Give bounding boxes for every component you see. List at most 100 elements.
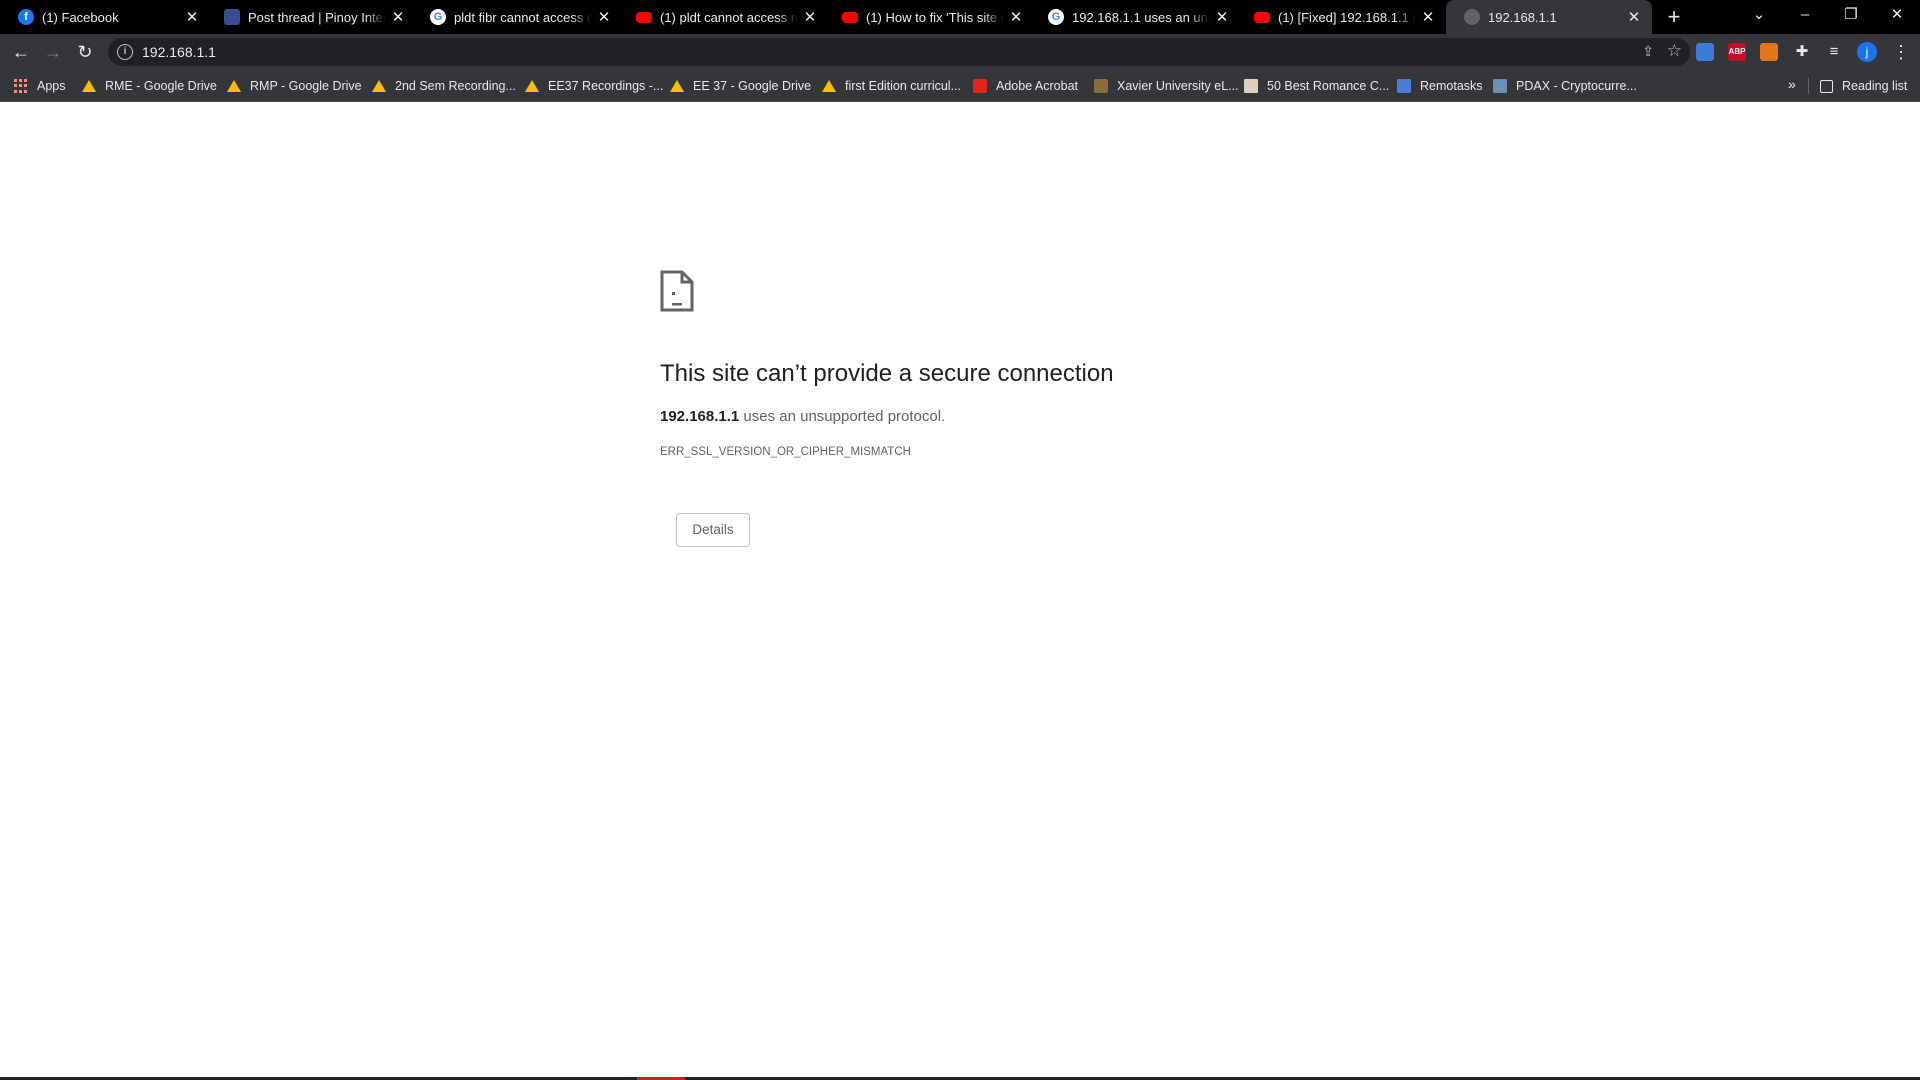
remotasks-icon bbox=[1397, 79, 1411, 93]
new-tab-button[interactable]: + bbox=[1662, 5, 1686, 29]
pdax-icon bbox=[1493, 79, 1507, 93]
tab-title: (1) How to fix 'This site can't bbox=[866, 9, 1004, 25]
drive-icon bbox=[227, 80, 241, 92]
tab-title: 192.168.1.1 bbox=[1488, 9, 1557, 25]
drive-icon bbox=[525, 80, 539, 92]
tab-title: (1) pldt cannot access router bbox=[660, 9, 798, 25]
reload-button[interactable]: ↻ bbox=[73, 40, 97, 64]
drive-icon bbox=[670, 80, 684, 92]
tab-facebook[interactable]: f (1) Facebook ✕ bbox=[0, 0, 210, 34]
error-code: ERR_SSL_VERSION_OR_CIPHER_MISMATCH bbox=[660, 446, 911, 458]
close-icon[interactable]: ✕ bbox=[596, 8, 612, 26]
tab-youtube-pldt-router[interactable]: (1) pldt cannot access router ✕ bbox=[618, 0, 828, 34]
tab-title: Post thread | Pinoy Internet bbox=[248, 9, 386, 25]
menu-icon[interactable]: ⋮ bbox=[1892, 40, 1910, 64]
bookmarks-bar: Apps RME - Google Drive RMP - Google Dri… bbox=[0, 70, 1920, 102]
media-control-icon[interactable]: ≡ bbox=[1822, 40, 1846, 64]
bookmark-label: RME - Google Drive bbox=[105, 79, 217, 93]
google-icon: G bbox=[1048, 9, 1064, 25]
browser-chrome: f (1) Facebook ✕ Post thread | Pinoy Int… bbox=[0, 0, 1920, 102]
bookmark-remotasks[interactable]: Remotasks bbox=[1397, 70, 1483, 102]
tab-title: (1) [Fixed] 192.168.1.1 uses bbox=[1278, 9, 1416, 25]
error-message: uses an unsupported protocol. bbox=[739, 408, 946, 425]
extensions-puzzle-icon[interactable]: ✚ bbox=[1790, 40, 1814, 64]
bookmark-rme-google-drive[interactable]: RME - Google Drive bbox=[82, 70, 217, 102]
bookmarks-divider bbox=[1808, 78, 1809, 94]
error-host: 192.168.1.1 bbox=[660, 408, 740, 425]
bookmark-label: EE37 Recordings -... bbox=[548, 79, 664, 93]
minimize-icon[interactable]: – bbox=[1782, 0, 1828, 30]
tab-title: 192.168.1.1 uses an unsupported bbox=[1072, 9, 1210, 25]
xavier-icon bbox=[1094, 79, 1108, 93]
tab-strip: f (1) Facebook ✕ Post thread | Pinoy Int… bbox=[0, 0, 1920, 34]
bookmark-label: RMP - Google Drive bbox=[250, 79, 362, 93]
bookmark-label: PDAX - Cryptocurre... bbox=[1516, 79, 1637, 93]
back-button[interactable]: ← bbox=[9, 40, 33, 64]
page-content: This site can’t provide a secure connect… bbox=[0, 102, 1920, 1080]
tab-google-search-unsupported[interactable]: G 192.168.1.1 uses an unsupported ✕ bbox=[1030, 0, 1240, 34]
reading-list-label: Reading list bbox=[1842, 79, 1908, 93]
address-bar[interactable]: i 192.168.1.1 ⇪ ☆ bbox=[108, 38, 1690, 66]
close-icon[interactable]: ✕ bbox=[1420, 8, 1436, 26]
bookmark-label: Remotasks bbox=[1420, 79, 1483, 93]
error-title: This site can’t provide a secure connect… bbox=[660, 360, 1114, 387]
acrobat-icon bbox=[973, 79, 987, 93]
close-icon[interactable]: ✕ bbox=[1008, 8, 1024, 26]
close-icon[interactable]: ✕ bbox=[390, 8, 406, 26]
url-text[interactable]: 192.168.1.1 bbox=[142, 44, 216, 60]
bookmark-label: 2nd Sem Recording... bbox=[395, 79, 516, 93]
tab-youtube-how-to-fix[interactable]: (1) How to fix 'This site can't ✕ bbox=[824, 0, 1034, 34]
profile-avatar[interactable]: j bbox=[1857, 42, 1877, 62]
close-icon[interactable]: ✕ bbox=[184, 8, 200, 26]
adblock-plus-icon[interactable]: ABP bbox=[1728, 43, 1746, 61]
toolbar: ← → ↻ i 192.168.1.1 ⇪ ☆ ABP ✚ ≡ j ⋮ bbox=[0, 34, 1920, 70]
bookmark-xavier-university[interactable]: Xavier University eL... bbox=[1094, 70, 1239, 102]
close-icon[interactable]: ✕ bbox=[802, 8, 818, 26]
close-icon[interactable]: ✕ bbox=[1626, 8, 1642, 26]
sad-page-icon bbox=[660, 270, 694, 312]
youtube-icon bbox=[636, 11, 652, 23]
metamask-icon[interactable] bbox=[1760, 43, 1778, 61]
bookmark-label: first Edition curricul... bbox=[845, 79, 962, 93]
drive-icon bbox=[372, 80, 386, 92]
shield-icon bbox=[224, 9, 240, 25]
apps-grid-icon bbox=[14, 79, 28, 93]
bookmark-ee37-recordings[interactable]: EE37 Recordings -... bbox=[525, 70, 663, 102]
restore-icon[interactable]: ❐ bbox=[1828, 0, 1874, 30]
bookmark-first-edition-curriculum[interactable]: first Edition curricul... bbox=[822, 70, 961, 102]
bookmarks-overflow-icon[interactable]: » bbox=[1788, 76, 1796, 92]
tab-google-search-dashboard[interactable]: G pldt fibr cannot access dashboard ✕ bbox=[412, 0, 622, 34]
drive-icon bbox=[82, 80, 96, 92]
bookmark-rmp-google-drive[interactable]: RMP - Google Drive bbox=[227, 70, 362, 102]
reading-list-button[interactable]: Reading list bbox=[1820, 70, 1907, 102]
extension-icon-1[interactable] bbox=[1696, 43, 1714, 61]
bookmark-50-best-romance[interactable]: 50 Best Romance C... bbox=[1244, 70, 1389, 102]
bookmark-adobe-acrobat[interactable]: Adobe Acrobat bbox=[973, 70, 1078, 102]
youtube-icon bbox=[1254, 11, 1270, 23]
bookmark-label: Xavier University eL... bbox=[1117, 79, 1239, 93]
facebook-icon: f bbox=[18, 9, 34, 25]
tab-search-icon[interactable]: ⌄ bbox=[1736, 0, 1782, 30]
bookmark-ee37-google-drive[interactable]: EE 37 - Google Drive bbox=[670, 70, 811, 102]
google-icon: G bbox=[430, 9, 446, 25]
bookmark-star-icon[interactable]: ☆ bbox=[1667, 41, 1682, 61]
bookmark-pdax[interactable]: PDAX - Cryptocurre... bbox=[1493, 70, 1637, 102]
reading-list-icon bbox=[1820, 79, 1833, 93]
bookmark-label: Apps bbox=[37, 79, 66, 93]
window-close-icon[interactable]: ✕ bbox=[1874, 0, 1920, 30]
tab-192-168-1-1[interactable]: 192.168.1.1 ✕ bbox=[1446, 0, 1652, 34]
forward-button[interactable]: → bbox=[41, 40, 65, 64]
site-info-icon[interactable]: i bbox=[117, 44, 133, 60]
details-button[interactable]: Details bbox=[676, 513, 750, 547]
tab-pinoy-internet[interactable]: Post thread | Pinoy Internet ✕ bbox=[206, 0, 416, 34]
share-icon[interactable]: ⇪ bbox=[1642, 43, 1654, 60]
bookmark-label: EE 37 - Google Drive bbox=[693, 79, 812, 93]
error-description: 192.168.1.1 uses an unsupported protocol… bbox=[660, 408, 945, 425]
bookmark-2nd-sem-recording[interactable]: 2nd Sem Recording... bbox=[372, 70, 516, 102]
tab-title: (1) Facebook bbox=[42, 9, 119, 25]
youtube-icon bbox=[842, 11, 858, 23]
tab-youtube-fixed[interactable]: (1) [Fixed] 192.168.1.1 uses ✕ bbox=[1236, 0, 1446, 34]
bookmark-label: Adobe Acrobat bbox=[996, 79, 1079, 93]
bookmark-apps[interactable]: Apps bbox=[14, 70, 66, 102]
close-icon[interactable]: ✕ bbox=[1214, 8, 1230, 26]
